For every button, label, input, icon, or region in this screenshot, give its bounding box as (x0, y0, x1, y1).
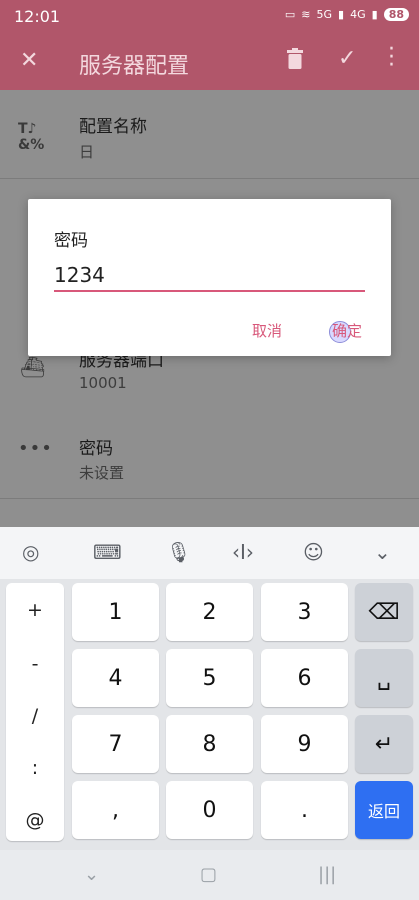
backspace-key[interactable]: ⌫ (355, 583, 413, 641)
app-bar: ✕ 服务器配置 ✓ · · · (0, 34, 419, 90)
key-1[interactable]: 1 (72, 583, 159, 641)
home-icon[interactable]: ▢ (200, 864, 217, 885)
system-nav-bar: ⌄ ▢ ||| (0, 850, 419, 900)
back-chevron-icon[interactable]: ⌄ (84, 864, 99, 885)
key-4[interactable]: 4 (72, 649, 159, 707)
cancel-button[interactable]: 取消 (252, 320, 282, 341)
confirm-check-icon[interactable]: ✓ (338, 46, 356, 71)
delete-icon[interactable] (286, 48, 304, 70)
symbol-key[interactable]: : (6, 757, 64, 779)
list-item-value: 10001 (79, 374, 127, 392)
space-key[interactable]: ␣ (355, 649, 413, 707)
page-title: 服务器配置 (79, 54, 190, 79)
signal-4g-label: 4G (350, 8, 366, 21)
password-input[interactable] (54, 260, 365, 292)
divider (0, 178, 419, 179)
newline-key[interactable]: ↵ (355, 715, 413, 773)
status-bar: 12:01 ▭ ≋ 5G ▮ 4G ▮ 88 (0, 0, 419, 34)
numeric-keyboard: + - / : @ 1 2 3 ⌫ 4 5 6 ␣ 7 8 9 ↵ , 0 . … (0, 579, 419, 850)
enter-return-key[interactable]: 返回 (355, 781, 413, 839)
handwriting-mode-icon[interactable]: ◎ (22, 540, 39, 564)
key-5[interactable]: 5 (166, 649, 253, 707)
close-icon[interactable]: ✕ (20, 48, 38, 73)
list-item[interactable]: ••• 密码 未设置 (0, 412, 419, 500)
symbol-key[interactable]: - (6, 653, 64, 675)
list-item-label: 密码 (79, 439, 113, 459)
more-options-icon[interactable]: · · · (388, 39, 395, 77)
key-2[interactable]: 2 (166, 583, 253, 641)
signal-icon: ▮ (338, 8, 345, 21)
symbol-column[interactable]: + - / : @ (6, 583, 64, 841)
collapse-keyboard-icon[interactable]: ⌄ (374, 540, 391, 564)
symbol-key[interactable]: @ (6, 809, 64, 831)
key-7[interactable]: 7 (72, 715, 159, 773)
comma-key[interactable]: , (72, 781, 159, 839)
password-dots-icon: ••• (18, 438, 53, 459)
symbol-key[interactable]: + (6, 599, 64, 621)
password-dialog: 密码 取消 确定 (28, 199, 391, 356)
ship-icon: ⛴ (20, 355, 46, 379)
key-3[interactable]: 3 (261, 583, 348, 641)
period-key[interactable]: . (261, 781, 348, 839)
signal-5g-label: 5G (316, 8, 333, 21)
battery-badge: 88 (383, 8, 409, 21)
dialog-title: 密码 (54, 231, 88, 251)
divider (0, 498, 419, 499)
status-time: 12:01 (14, 7, 61, 26)
microphone-icon[interactable]: 🎙 (166, 540, 191, 564)
keyboard-layout-icon[interactable]: ⌨ (93, 540, 122, 564)
list-item-value: 日 (79, 143, 95, 161)
symbol-key[interactable]: / (6, 705, 64, 727)
key-0[interactable]: 0 (166, 781, 253, 839)
cursor-move-icon[interactable]: ‹I› (232, 540, 254, 564)
emoji-icon[interactable]: ☺ (303, 540, 324, 564)
list-item[interactable]: T♪ &% 配置名称 日 (0, 90, 419, 178)
text-format-icon: T♪ &% (18, 121, 45, 153)
cast-icon: ▭ (284, 8, 296, 21)
keyboard-toolbar: ◎ ⌨ 🎙 ‹I› ☺ ⌄ (0, 527, 419, 579)
wifi-icon: ≋ (301, 8, 311, 21)
list-item-value: 未设置 (79, 464, 125, 482)
key-6[interactable]: 6 (261, 649, 348, 707)
status-icons: ▭ ≋ 5G ▮ 4G ▮ 88 (285, 8, 409, 21)
recents-icon[interactable]: ||| (318, 864, 336, 885)
ok-button[interactable]: 确定 (332, 320, 362, 341)
signal-icon-2: ▮ (371, 8, 378, 21)
key-8[interactable]: 8 (166, 715, 253, 773)
list-item-label: 配置名称 (79, 117, 147, 137)
key-9[interactable]: 9 (261, 715, 348, 773)
